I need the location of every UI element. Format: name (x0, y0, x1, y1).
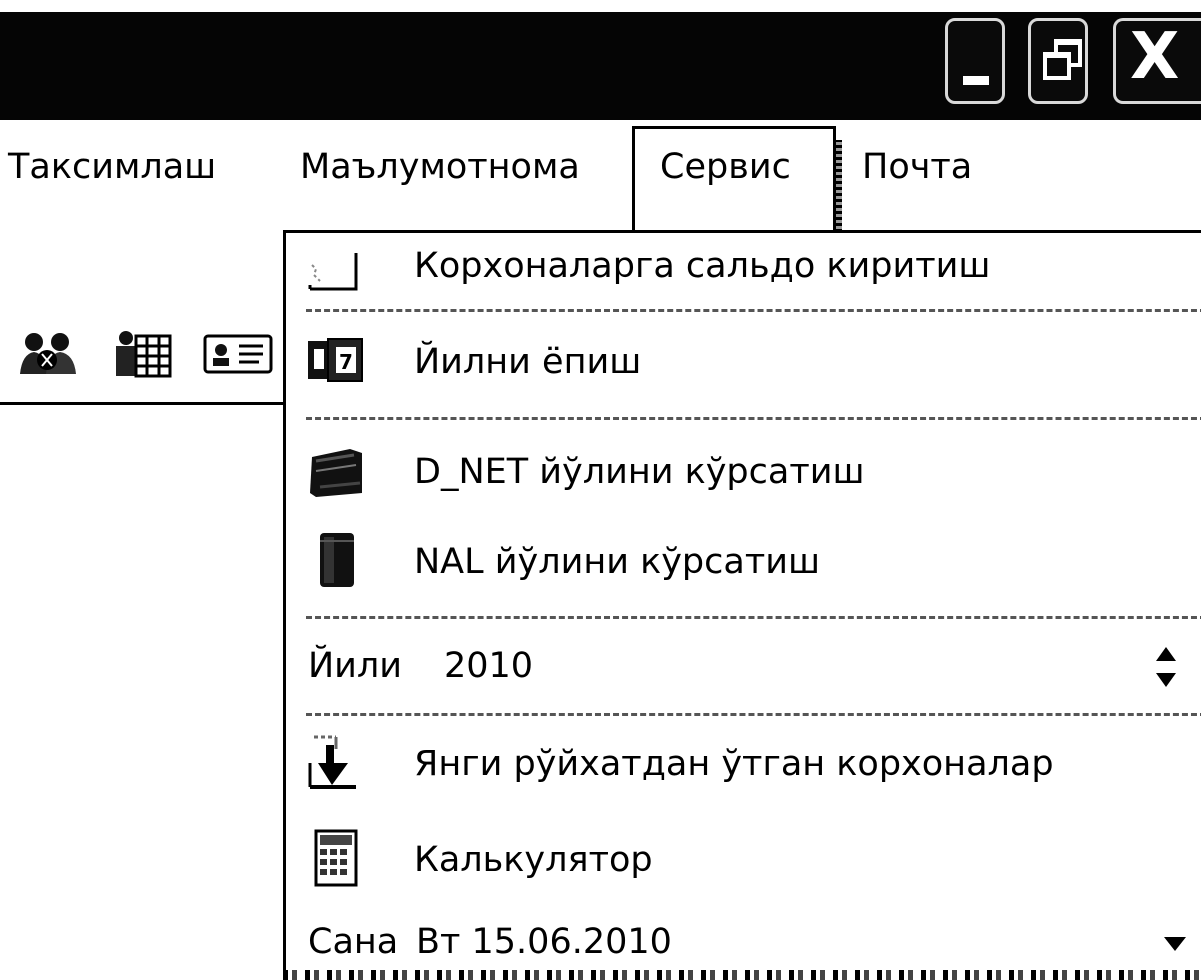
menu-separator (306, 417, 1201, 420)
menu-item-saldo[interactable]: Корхоналарга сальдо киритиш (286, 233, 1201, 303)
date-picker[interactable]: Сана Вт 15.06.2010 (286, 909, 1201, 975)
year-value[interactable]: 2010 (444, 641, 533, 691)
menu-item-label: D_NET йўлини кўрсатиш (414, 452, 865, 492)
menu-separator (306, 713, 1201, 716)
year-spinner[interactable]: Йили 2010 (286, 629, 1201, 701)
close-button[interactable]: X (1113, 18, 1201, 104)
menu-item-pochta[interactable]: Почта (862, 142, 972, 192)
id-card-icon[interactable] (203, 334, 273, 374)
database-icon (320, 533, 354, 587)
toolbar-divider (0, 402, 285, 405)
date-label: Сана (308, 922, 399, 962)
download-document-icon (308, 735, 356, 789)
document-icon (308, 253, 358, 291)
minimize-icon (963, 76, 989, 85)
service-menu: Корхоналарга сальдо киритиш 7 Йилни ёпиш… (283, 230, 1201, 980)
window-title-bar: X (0, 12, 1201, 120)
menu-separator (306, 309, 1201, 312)
menu-item-dnet-path[interactable]: D_NET йўлини кўрсатиш (286, 433, 1201, 503)
year-label: Йили (308, 646, 403, 686)
menu-bar: Таксимлаш Маълумотнома Сервис Почта (0, 126, 1201, 234)
menu-item-label: Калькулятор (414, 840, 653, 880)
menu-separator (306, 616, 1201, 619)
date-value[interactable]: Вт 15.06.2010 (416, 917, 672, 967)
close-icon: X (1130, 20, 1180, 94)
menu-item-label: Корхоналарга сальдо киритиш (414, 246, 991, 286)
chevron-down-icon[interactable] (1162, 933, 1188, 953)
menu-item-new-companies[interactable]: Янги рўйхатдан ўтган корхоналар (286, 727, 1201, 799)
calendar-icon: 7 (308, 338, 363, 382)
minimize-button[interactable] (945, 18, 1005, 104)
menu-item-label: NAL йўлини кўрсатиш (414, 542, 821, 582)
users-icon[interactable] (18, 330, 78, 376)
menu-item-servis[interactable]: Сервис (660, 142, 791, 192)
menu-item-close-year[interactable]: 7 Йилни ёпиш (286, 325, 1201, 395)
network-folder-icon (310, 449, 362, 497)
restore-button[interactable] (1028, 18, 1088, 104)
spinner-arrows-icon[interactable] (1154, 633, 1178, 703)
tab-shadow (836, 140, 842, 232)
svg-text:7: 7 (339, 350, 353, 374)
menu-item-nal-path[interactable]: NAL йўлини кўрсатиш (286, 523, 1201, 593)
menu-item-malumotnoma[interactable]: Маълумотнома (300, 142, 580, 192)
menu-item-label: Янги рўйхатдан ўтган корхоналар (414, 744, 1054, 784)
menu-item-calculator[interactable]: Калькулятор (286, 823, 1201, 895)
organization-chart-icon[interactable] (112, 330, 172, 380)
menu-item-label: Йилни ёпиш (414, 342, 642, 382)
menu-item-taksimlash[interactable]: Таксимлаш (8, 142, 216, 192)
calculator-icon (314, 829, 358, 887)
menu-bottom-edge (283, 970, 1201, 980)
